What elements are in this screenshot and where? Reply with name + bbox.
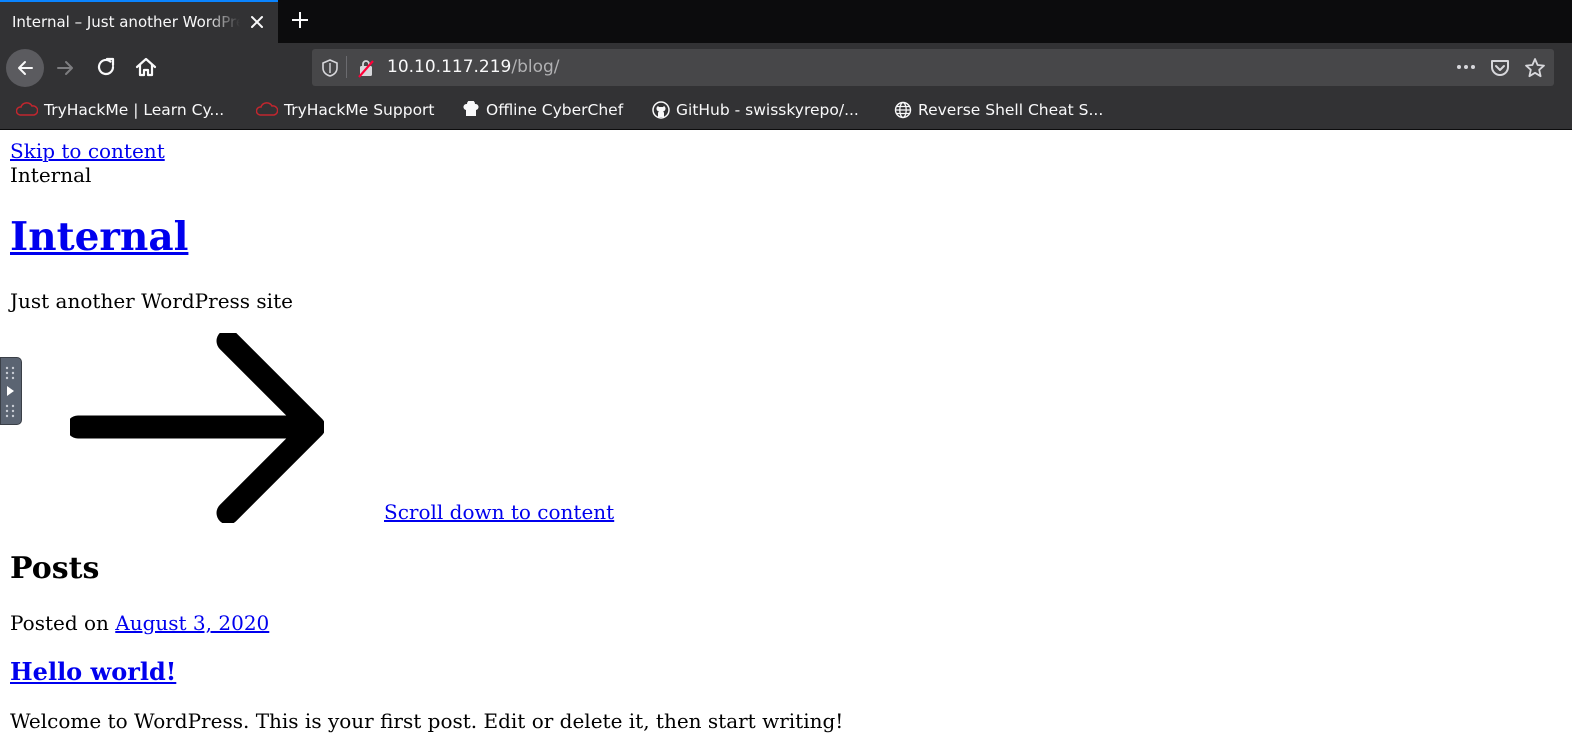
url-text[interactable]: 10.10.117.219/blog/ <box>387 57 560 78</box>
pocket-icon[interactable] <box>1489 57 1511 79</box>
skip-to-content-link[interactable]: Skip to content <box>10 138 165 164</box>
github-icon <box>652 101 670 119</box>
active-tab[interactable]: Internal – Just another WordPress site <box>0 0 278 43</box>
bookmark-label: TryHackMe Support <box>284 101 435 119</box>
more-actions-icon[interactable] <box>1454 57 1478 77</box>
bookmark-tryhackme[interactable]: TryHackMe | Learn Cy... <box>16 99 224 121</box>
drag-handle-icon <box>5 366 15 418</box>
url-host: 10.10.117.219 <box>387 57 512 77</box>
home-icon[interactable] <box>134 55 158 79</box>
tab-strip: Internal – Just another WordPress site <box>0 0 1572 43</box>
post-meta: Posted on August 3, 2020 <box>10 610 269 636</box>
bookmark-github[interactable]: GitHub - swisskyrepo/... <box>652 99 859 121</box>
web-page: Skip to content Internal Internal Just a… <box>0 130 1572 746</box>
url-path: /blog/ <box>511 57 560 77</box>
tab-title: Internal – Just another WordPress site <box>12 13 240 31</box>
bookmark-label: TryHackMe | Learn Cy... <box>44 101 225 119</box>
site-tagline: Just another WordPress site <box>10 289 293 313</box>
address-bar[interactable]: 10.10.117.219/blog/ <box>312 49 1554 86</box>
posted-on-label: Posted on <box>10 611 109 635</box>
insecure-lock-icon[interactable] <box>356 58 376 78</box>
bookmark-label: GitHub - swisskyrepo/... <box>676 101 859 119</box>
globe-icon <box>894 101 912 119</box>
url-separator <box>346 56 347 78</box>
posts-heading: Posts <box>10 551 100 586</box>
scroll-down-link[interactable]: Scroll down to content <box>384 499 614 525</box>
bookmarks-toolbar: TryHackMe | Learn Cy... TryHackMe Suppor… <box>0 92 1572 130</box>
site-title: Internal <box>10 212 188 262</box>
new-tab-icon[interactable] <box>288 8 312 32</box>
bookmark-label: Offline CyberChef <box>486 101 624 119</box>
bookmark-cyberchef[interactable]: Offline CyberChef <box>462 99 623 121</box>
bookmark-reverse-shell[interactable]: Reverse Shell Cheat S... <box>894 99 1103 121</box>
tryhackme-icon <box>256 102 278 116</box>
tryhackme-icon <box>16 102 38 116</box>
bookmark-tryhackme-support[interactable]: TryHackMe Support <box>256 99 435 121</box>
site-name-text: Internal <box>10 163 92 187</box>
arrow-right-icon[interactable] <box>54 56 78 80</box>
post-date-link[interactable]: August 3, 2020 <box>115 611 269 635</box>
post-excerpt: Welcome to WordPress. This is your first… <box>10 709 844 733</box>
site-title-link[interactable]: Internal <box>10 214 188 260</box>
arrow-right-icon[interactable] <box>70 333 324 523</box>
reload-icon[interactable] <box>94 55 118 79</box>
post-title-link[interactable]: Hello world! <box>10 657 176 686</box>
nav-toolbar: 10.10.117.219/blog/ <box>0 43 1572 92</box>
side-panel-handle[interactable] <box>0 357 22 425</box>
back-button[interactable] <box>6 49 44 87</box>
bookmark-label: Reverse Shell Cheat S... <box>918 101 1104 119</box>
post-title: Hello world! <box>10 656 176 688</box>
bookmark-star-icon[interactable] <box>1524 57 1546 79</box>
close-icon[interactable] <box>246 11 268 33</box>
cyberchef-icon <box>463 101 479 116</box>
arrow-left-icon <box>18 61 33 75</box>
shield-icon[interactable] <box>320 58 340 78</box>
